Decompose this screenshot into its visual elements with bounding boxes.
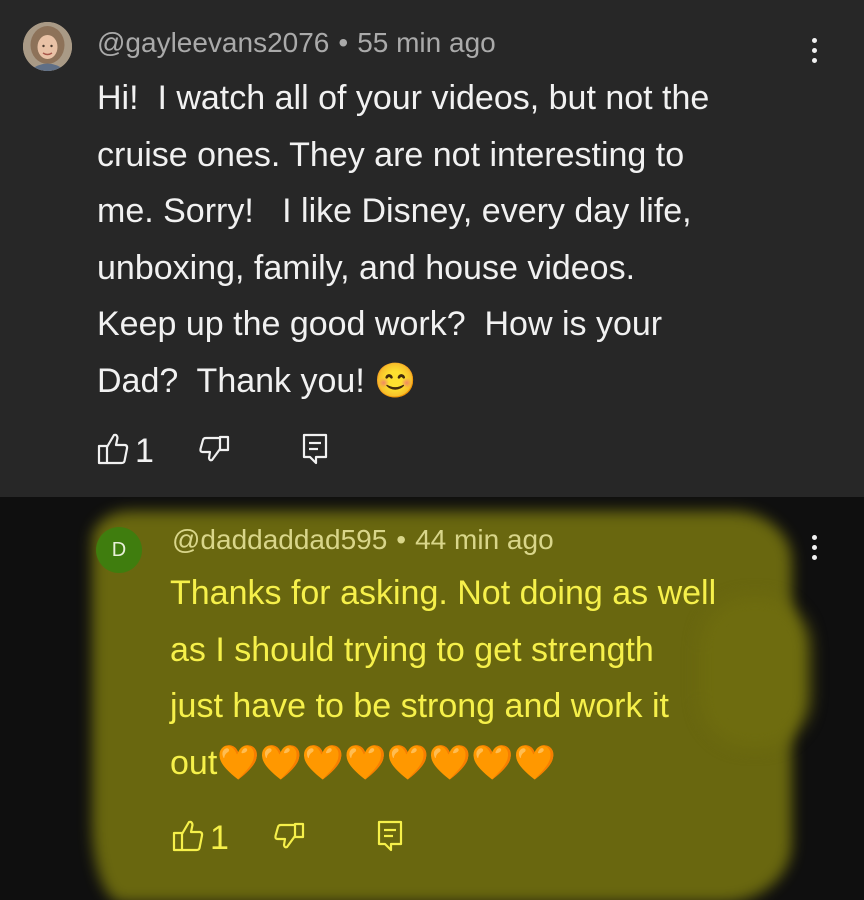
reply-card: D @daddaddad595 • 44 min ago Thanks for as… <box>0 497 864 900</box>
comment-author[interactable]: @daddaddad595 <box>172 524 387 555</box>
author-avatar[interactable]: D <box>96 527 142 573</box>
more-vert-icon[interactable] <box>810 535 818 560</box>
profile-photo-icon <box>23 22 72 71</box>
reply-icon[interactable] <box>302 433 328 470</box>
comment-actions: 1 <box>97 432 328 471</box>
meta-separator: • <box>396 524 407 555</box>
meta-separator: • <box>338 27 349 58</box>
comment-actions: 1 <box>172 819 403 858</box>
thumb-up-icon[interactable] <box>172 819 204 858</box>
thumb-down-icon[interactable] <box>273 822 305 855</box>
thumb-down-icon[interactable] <box>198 435 230 468</box>
reply-icon[interactable] <box>377 820 403 857</box>
comment-meta: @daddaddad595 • 44 min ago <box>172 524 554 556</box>
comment-text: Thanks for asking. Not doing as well as … <box>170 574 717 782</box>
comment-text: Hi! I watch all of your videos, but not … <box>97 79 710 400</box>
more-vert-icon[interactable] <box>810 38 818 63</box>
like-count: 1 <box>210 819 229 857</box>
comment-meta: @gayleevans2076 • 55 min ago <box>97 27 496 59</box>
comment-author[interactable]: @gayleevans2076 <box>97 27 329 58</box>
highlighter-mark <box>700 597 810 747</box>
author-avatar[interactable] <box>23 22 72 71</box>
comment-card: @gayleevans2076 • 55 min ago Hi! I watch a… <box>0 0 864 497</box>
comment-timestamp[interactable]: 44 min ago <box>415 524 554 555</box>
like-count: 1 <box>135 432 154 470</box>
thumb-up-icon[interactable] <box>97 432 129 471</box>
comment-timestamp[interactable]: 55 min ago <box>357 27 496 58</box>
